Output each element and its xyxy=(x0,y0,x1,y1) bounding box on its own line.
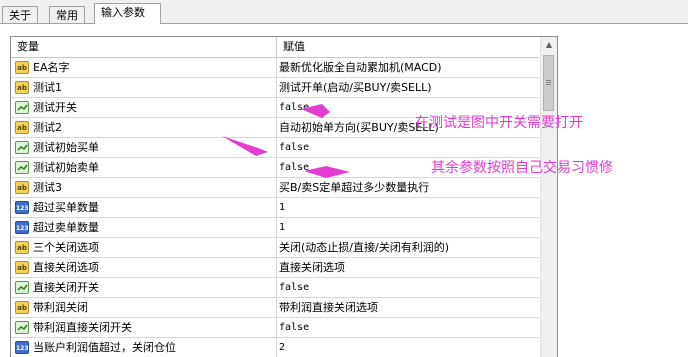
parameter-row[interactable]: 测试初始买单 false xyxy=(11,138,539,158)
parameter-row[interactable]: ab 直接关闭选项 直接关闭选项 xyxy=(11,258,539,278)
parameter-value[interactable]: 带利润直接关闭选项 xyxy=(277,298,539,317)
parameter-value[interactable]: 测试开单(启动/买BUY/卖SELL) xyxy=(277,78,539,97)
parameter-row[interactable]: ab 带利润关闭 带利润直接关闭选项 xyxy=(11,298,539,318)
parameter-value[interactable]: 1 xyxy=(277,198,539,217)
grid-rows: ab EA名字 最新优化版全自动累加机(MACD) ab 测试1 测试开单(启动/买BUY… xyxy=(11,58,539,357)
parameter-row[interactable]: 带利润直接关闭开关 false xyxy=(11,318,539,338)
parameter-name: 超过买单数量 xyxy=(11,198,277,217)
scroll-up-arrow-icon[interactable]: ▲ xyxy=(541,37,557,53)
parameter-value[interactable]: 直接关闭选项 xyxy=(277,258,539,277)
parameter-name: 测试初始买单 xyxy=(11,138,277,157)
parameter-name: 测试初始卖单 xyxy=(11,158,277,177)
column-header-value[interactable]: 赋值 xyxy=(277,37,539,57)
parameter-value[interactable]: false xyxy=(277,318,539,337)
parameter-row[interactable]: ab 测试1 测试开单(启动/买BUY/卖SELL) xyxy=(11,78,539,98)
parameter-name: 直接关闭开关 xyxy=(11,278,277,297)
scrollbar-thumb[interactable] xyxy=(543,55,554,111)
inputs-panel: 变量 赋值 ab EA名字 最新优化版全自动累加机(MACD) ab 测试1 测试开单(启… xyxy=(0,24,688,357)
tab-common[interactable]: 常用 xyxy=(49,6,85,23)
tab-inputs[interactable]: 输入参数 xyxy=(94,3,161,24)
parameter-name: 带利润直接关闭开关 xyxy=(11,318,277,337)
annotation-switch-note: 在测试是图中开关需要打开 xyxy=(415,115,583,131)
parameter-name: 测试2 xyxy=(11,118,277,137)
parameter-row[interactable]: 123 当账户利润值超过，关闭仓位 2 xyxy=(11,338,539,357)
vertical-scrollbar[interactable]: ▲ xyxy=(540,37,557,357)
grid-header: 变量 赋值 xyxy=(11,37,539,58)
parameter-value[interactable]: 最新优化版全自动累加机(MACD) xyxy=(277,58,539,77)
parameter-row[interactable]: 123 超过买单数量 1 xyxy=(11,198,539,218)
parameter-name: 测试3 xyxy=(11,178,277,197)
parameter-name: 带利润关闭 xyxy=(11,298,277,317)
parameter-value[interactable]: 关闭(动态止损/直接/关闭有利润的) xyxy=(277,238,539,257)
column-header-variable[interactable]: 变量 xyxy=(11,37,277,57)
parameter-row[interactable]: 直接关闭开关 false xyxy=(11,278,539,298)
tab-bar: 关于 常用 输入参数 xyxy=(0,0,688,24)
parameter-value[interactable]: false xyxy=(277,278,539,297)
parameter-row[interactable]: ab 三个关闭选项 关闭(动态止损/直接/关闭有利润的) xyxy=(11,238,539,258)
parameter-row[interactable]: ab 测试3 买B/卖S定单超过多少数量执行 xyxy=(11,178,539,198)
tab-about[interactable]: 关于 xyxy=(2,6,38,23)
parameters-grid: 变量 赋值 ab EA名字 最新优化版全自动累加机(MACD) ab 测试1 测试开单(启… xyxy=(10,36,558,357)
parameter-row[interactable]: 123 超过卖单数量 1 xyxy=(11,218,539,238)
parameter-name: 超过卖单数量 xyxy=(11,218,277,237)
parameter-value[interactable]: 买B/卖S定单超过多少数量执行 xyxy=(277,178,539,197)
parameter-value[interactable]: 2 xyxy=(277,338,539,357)
parameter-value[interactable]: 1 xyxy=(277,218,539,237)
parameter-row[interactable]: ab EA名字 最新优化版全自动累加机(MACD) xyxy=(11,58,539,78)
parameter-name: 三个关闭选项 xyxy=(11,238,277,257)
annotation-params-note: 其余参数按照自己交易习惯修 xyxy=(431,160,613,176)
parameter-name: 当账户利润值超过，关闭仓位 xyxy=(11,338,277,357)
parameter-name: 测试1 xyxy=(11,78,277,97)
parameter-name: 测试开关 xyxy=(11,98,277,117)
parameter-name: EA名字 xyxy=(11,58,277,77)
parameter-value[interactable]: false xyxy=(277,138,539,157)
parameter-name: 直接关闭选项 xyxy=(11,258,277,277)
